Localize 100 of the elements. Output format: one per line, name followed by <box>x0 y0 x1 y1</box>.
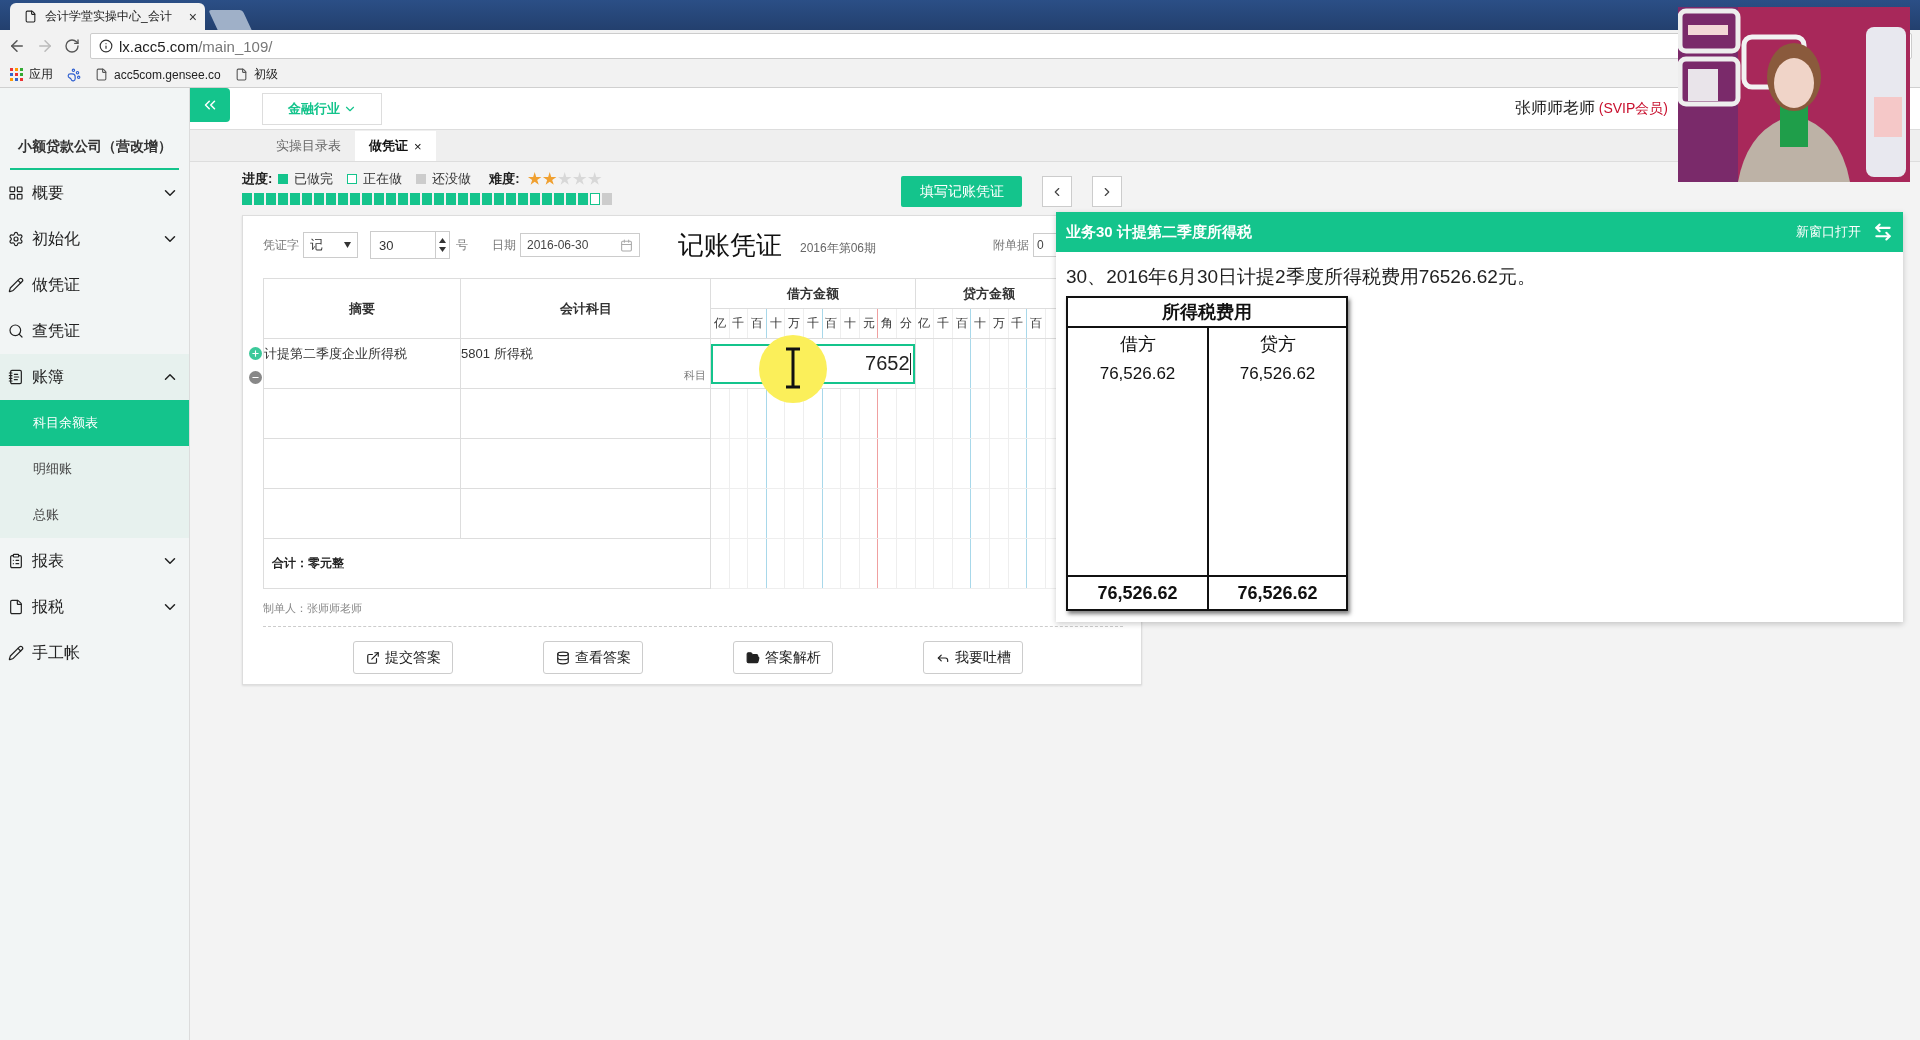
voucher-title: 记账凭证 <box>678 228 782 262</box>
unit-header: 十 <box>840 308 860 339</box>
sidebar-item[interactable]: 查凭证 <box>0 308 189 354</box>
page-icon <box>234 68 248 81</box>
sidebar-item[interactable]: 报税 <box>0 584 189 630</box>
field-label: 附单据 <box>993 236 1029 254</box>
browser-tab[interactable]: 会计学堂实操中心_会计 × <box>10 3 205 30</box>
membership-label: (SVIP会员) <box>1598 99 1668 118</box>
difficulty-label: 难度: <box>489 170 520 188</box>
progress-segment <box>362 193 372 205</box>
progress-segment <box>386 193 396 205</box>
new-tab-button[interactable] <box>208 10 252 30</box>
legend-swatch <box>416 174 427 184</box>
unit-header: 十 <box>970 308 990 339</box>
progress-segment <box>494 193 504 205</box>
legend-label: 还没做 <box>432 170 472 188</box>
progress-segment <box>506 193 516 205</box>
sidebar-item[interactable]: 做凭证 <box>0 262 189 308</box>
close-icon[interactable]: × <box>188 8 197 25</box>
sidebar-item[interactable]: 初始化 <box>0 216 189 262</box>
pencil-icon <box>8 277 24 293</box>
action-button[interactable]: 查看答案 <box>543 641 643 674</box>
swap-icon[interactable] <box>1873 222 1893 242</box>
action-button[interactable]: 提交答案 <box>353 641 453 674</box>
dropdown-arrow-icon <box>344 242 351 248</box>
user-name: 张师师老师 <box>1514 98 1595 118</box>
unit-header: 元 <box>859 308 878 339</box>
date-field[interactable]: 2016-06-30 <box>520 233 640 257</box>
progress-segment <box>434 193 444 205</box>
cursor-highlight <box>759 335 827 403</box>
sidebar-item[interactable]: 概要 <box>0 170 189 216</box>
spinner-up-icon[interactable] <box>439 238 446 243</box>
database-icon <box>555 650 570 665</box>
action-button[interactable]: 我要吐槽 <box>923 641 1023 674</box>
progress-segment <box>290 193 300 205</box>
sidebar-item[interactable]: 账簿 <box>0 354 189 400</box>
bookmark[interactable]: acc5com.gensee.co <box>95 67 221 82</box>
page-icon <box>95 68 108 81</box>
bookmark[interactable]: 初级 <box>234 66 278 83</box>
legend-label: 已做完 <box>294 170 334 188</box>
settings-icon <box>8 231 24 247</box>
task-description: 30、2016年6月30日计提2季度所得税费用76526.62元。 <box>1065 265 1537 289</box>
progress-segment <box>242 193 252 205</box>
page-icon <box>24 10 37 23</box>
tab-title: 会计学堂实操中心_会计 <box>45 8 173 25</box>
reload-icon[interactable] <box>64 38 80 54</box>
progress-segment <box>590 193 600 205</box>
progress-segment <box>398 193 408 205</box>
column-header: 摘要 <box>263 278 461 339</box>
field-label: 凭证字 <box>263 236 299 254</box>
unit-header: 百 <box>747 308 767 339</box>
progress-segment <box>458 193 468 205</box>
column-header: 会计科目 <box>460 278 711 339</box>
remove-row-icon[interactable] <box>249 371 262 384</box>
credit-label: 贷方 <box>1259 333 1296 356</box>
sidebar-item[interactable]: 报表 <box>0 538 189 584</box>
period-label: 2016年第06期 <box>800 239 877 257</box>
legend-swatch <box>278 174 289 184</box>
legend-label: 正在做 <box>363 170 403 188</box>
page-tab[interactable]: 实操目录表 <box>262 131 355 161</box>
paw-icon <box>67 67 81 82</box>
back-icon[interactable] <box>8 37 26 55</box>
panel-title: 业务30 计提第二季度所得税 <box>1066 222 1253 242</box>
field-label: 号 <box>456 236 468 254</box>
voucher-word-select[interactable]: 记 <box>303 232 358 258</box>
progress-segment <box>278 193 288 205</box>
progress-segment <box>338 193 348 205</box>
progress-segment <box>350 193 360 205</box>
unit-header: 角 <box>877 308 897 339</box>
action-button[interactable]: 答案解析 <box>733 641 833 674</box>
progress-segment <box>446 193 456 205</box>
progress-segment <box>470 193 480 205</box>
notebook-icon <box>8 369 24 385</box>
unit-header: 亿 <box>915 308 934 339</box>
apps-icon <box>10 68 23 81</box>
external-link-icon <box>365 650 380 665</box>
add-row-icon[interactable] <box>249 347 262 360</box>
collapse-button[interactable] <box>190 87 230 122</box>
table-cell[interactable]: 5801 所得税 科目 <box>460 338 711 389</box>
voucher-number-field[interactable]: 30 <box>370 231 450 259</box>
calendar-icon <box>620 238 633 252</box>
sidebar-subitem[interactable]: 总账 <box>0 492 189 538</box>
progress-segment <box>410 193 420 205</box>
spinner-down-icon[interactable] <box>439 247 446 252</box>
pencil-icon <box>8 645 24 661</box>
close-icon[interactable]: × <box>414 138 422 154</box>
sidebar-item[interactable]: 手工帐 <box>0 630 189 676</box>
sidebar-subitem[interactable]: 明细账 <box>0 446 189 492</box>
debit-entry: 76,526.62 <box>1099 364 1176 384</box>
t-account-title: 所得税费用 <box>1068 298 1346 328</box>
folder-icon <box>745 650 760 665</box>
unit-header: 千 <box>1008 308 1027 339</box>
progress-segment <box>374 193 384 205</box>
bookmark[interactable]: 应用 <box>10 66 53 83</box>
progress-segment <box>482 193 492 205</box>
unit-header: 千 <box>933 308 953 339</box>
progress-segment <box>530 193 540 205</box>
progress-segment <box>602 193 612 205</box>
progress-segment <box>266 193 276 205</box>
page-tab[interactable]: 做凭证 × <box>355 131 436 161</box>
